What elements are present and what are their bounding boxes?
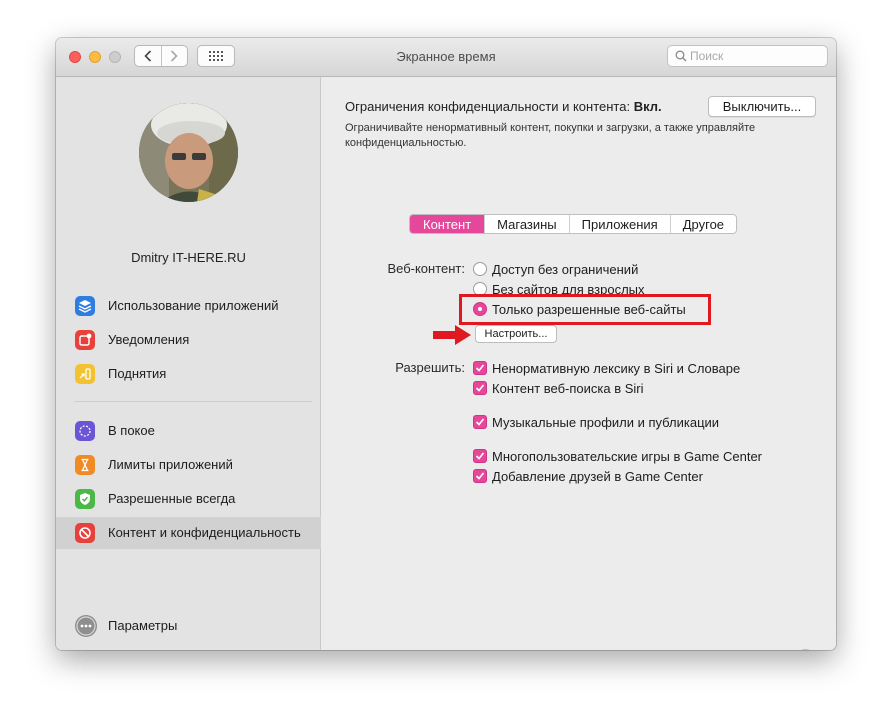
checkbox-label: Многопользовательские игры в Game Center: [492, 448, 763, 464]
checkmark-icon: [475, 418, 485, 426]
search-field[interactable]: [667, 45, 828, 67]
web-content-label: Веб-контент:: [387, 261, 465, 276]
checkbox-checked[interactable]: [473, 415, 487, 429]
sidebar-item-notifications[interactable]: Уведомления: [56, 324, 321, 356]
sidebar-item-label: Разрешенные всегда: [108, 491, 236, 506]
layers-icon: [75, 296, 95, 316]
checkbox-label: Контент веб-поиска в Siri: [492, 380, 644, 396]
checkbox-label: Ненормативную лексику в Siri и Словаре: [492, 360, 741, 376]
restriction-icon: [75, 523, 95, 543]
turn-off-button[interactable]: Выключить...: [708, 96, 816, 117]
screen-time-window: Экранное время Dmitry IT-HERE.RU: [56, 38, 836, 650]
user-photo: [139, 103, 238, 202]
checkmark-icon: [475, 364, 485, 372]
sidebar-item-app-limits[interactable]: Лимиты приложений: [56, 449, 321, 481]
configure-button[interactable]: Настроить...: [475, 325, 557, 343]
sidebar-item-pickups[interactable]: Поднятия: [56, 358, 321, 390]
checkmark-icon: [475, 472, 485, 480]
sidebar-item-label: Использование приложений: [108, 298, 279, 313]
radio-label: Доступ без ограничений: [492, 261, 639, 277]
checkbox-multiplayer-games[interactable]: Многопользовательские игры в Game Center: [473, 447, 762, 465]
checkmark-icon: [475, 452, 485, 460]
checkbox-label: Музыкальные профили и публикации: [492, 414, 720, 430]
settings-button[interactable]: Параметры: [56, 610, 321, 642]
checkbox-checked[interactable]: [473, 469, 487, 483]
tab-content[interactable]: Контент: [410, 215, 485, 233]
checkbox-label: Добавление друзей в Game Center: [492, 468, 703, 484]
sidebar-item-downtime[interactable]: В покое: [56, 415, 321, 447]
radio-unrestricted[interactable]: Доступ без ограничений: [473, 260, 638, 278]
tab-other[interactable]: Другое: [669, 215, 736, 233]
hourglass-icon: [75, 455, 95, 475]
search-input[interactable]: [690, 48, 820, 64]
sidebar-item-content-privacy[interactable]: Контент и конфиденциальность: [56, 517, 321, 549]
sidebar-item-always-allowed[interactable]: Разрешенные всегда: [56, 483, 321, 515]
restrictions-title-text: Ограничения конфиденциальности и контент…: [345, 99, 631, 114]
sidebar-item-label: Уведомления: [108, 332, 190, 347]
sidebar-divider: [74, 401, 312, 402]
sidebar-item-app-usage[interactable]: Использование приложений: [56, 290, 321, 322]
options-ellipsis-icon: [75, 615, 97, 637]
settings-label: Параметры: [108, 618, 178, 633]
pickup-arrow-icon: [75, 364, 95, 384]
tab-bar: Контент Магазины Приложения Другое: [409, 214, 738, 234]
help-button[interactable]: ?: [795, 649, 816, 650]
checkbox-explicit-language[interactable]: Ненормативную лексику в Siri и Словаре: [473, 359, 740, 377]
title-bar: Экранное время: [56, 38, 836, 77]
checkbox-checked[interactable]: [473, 381, 487, 395]
sidebar: Dmitry IT-HERE.RU Использование приложен…: [56, 77, 321, 650]
checkbox-checked[interactable]: [473, 449, 487, 463]
content-pane: Ограничения конфиденциальности и контент…: [322, 77, 836, 650]
sidebar-item-label: Лимиты приложений: [108, 457, 233, 472]
restrictions-status: Вкл.: [633, 99, 662, 114]
sidebar-item-label: Контент и конфиденциальность: [108, 525, 301, 540]
sidebar-item-label: Поднятия: [108, 366, 167, 381]
tab-stores[interactable]: Магазины: [484, 215, 569, 233]
user-name: Dmitry IT-HERE.RU: [131, 250, 246, 265]
allow-label: Разрешить:: [395, 360, 465, 375]
tab-apps[interactable]: Приложения: [568, 215, 670, 233]
restrictions-description: Ограничивайте ненормативный контент, пок…: [345, 122, 756, 149]
downtime-moon-icon: [75, 421, 95, 441]
annotation-highlight-box: [459, 294, 711, 325]
checkbox-adding-friends[interactable]: Добавление друзей в Game Center: [473, 467, 703, 485]
radio-button[interactable]: [473, 262, 487, 276]
checkbox-web-search-siri[interactable]: Контент веб-поиска в Siri: [473, 379, 644, 397]
checkmark-icon: [475, 384, 485, 392]
avatar: [139, 103, 238, 202]
annotation-arrow-icon: [433, 325, 471, 345]
notification-badge-icon: [75, 330, 95, 350]
checkbox-music-profiles[interactable]: Музыкальные профили и публикации: [473, 413, 719, 431]
sidebar-item-settings[interactable]: [56, 649, 321, 650]
search-icon: [675, 50, 687, 62]
restrictions-title: Ограничения конфиденциальности и контент…: [345, 99, 662, 114]
sidebar-item-label: В покое: [108, 423, 155, 438]
checkbox-checked[interactable]: [473, 361, 487, 375]
checkmark-shield-icon: [75, 489, 95, 509]
